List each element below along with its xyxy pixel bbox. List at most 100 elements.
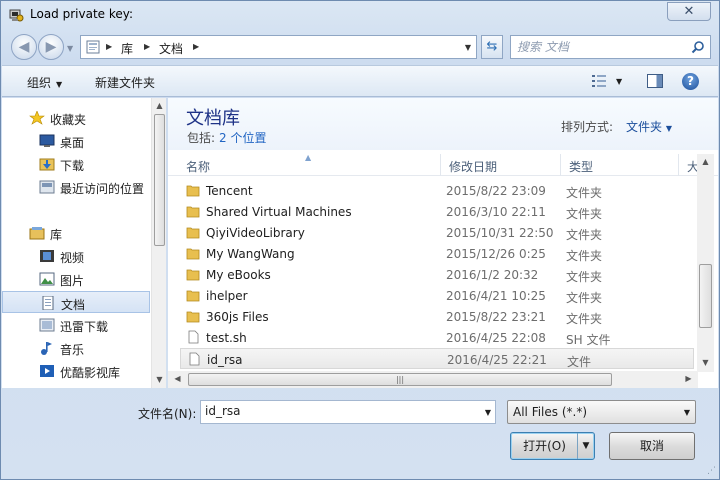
file-row[interactable]: Shared Virtual Machines 2016/3/10 22:11 文件… bbox=[180, 201, 694, 222]
scroll-up-icon[interactable]: ▲ bbox=[698, 157, 713, 166]
scroll-down-icon[interactable]: ▼ bbox=[152, 375, 167, 384]
file-date-modified: 2015/8/22 23:21 bbox=[446, 310, 546, 324]
file-list-horizontal-scrollbar[interactable]: ◀ ||| ▶ bbox=[168, 371, 698, 388]
close-icon: ✕ bbox=[683, 4, 695, 19]
column-header-name[interactable]: 名称 bbox=[178, 154, 441, 176]
scroll-down-icon[interactable]: ▼ bbox=[698, 358, 713, 367]
putty-key-icon bbox=[9, 9, 24, 22]
refresh-button[interactable]: ⇆ bbox=[481, 35, 503, 59]
folder-icon bbox=[186, 290, 200, 302]
documents-library-icon bbox=[42, 296, 54, 310]
organize-label: 组织 bbox=[27, 76, 52, 90]
filename-label: 文件名(N): bbox=[138, 407, 197, 421]
scroll-left-icon[interactable]: ◀ bbox=[170, 374, 185, 383]
column-header-type[interactable]: 类型 bbox=[561, 154, 679, 176]
includes-label: 包括: bbox=[187, 131, 216, 145]
breadcrumb-chevron-icon[interactable]: ▶ bbox=[144, 42, 150, 51]
search-icon[interactable] bbox=[691, 40, 705, 54]
file-row[interactable]: id_rsa 2016/4/25 22:21 文件 bbox=[180, 348, 694, 369]
breadcrumb-chevron-icon[interactable]: ▶ bbox=[193, 42, 199, 51]
scrollbar-thumb[interactable] bbox=[699, 264, 712, 328]
forward-button[interactable]: ▶ bbox=[38, 34, 64, 60]
filename-combobox[interactable]: ▼ bbox=[200, 400, 496, 424]
breadcrumb-chevron-icon[interactable]: ▶ bbox=[106, 42, 112, 51]
address-history-chevron-down-icon[interactable]: ▼ bbox=[465, 43, 471, 52]
sidebar-item-documents[interactable]: 文档 bbox=[2, 291, 150, 313]
preview-pane-icon[interactable] bbox=[647, 74, 663, 88]
sidebar-item-pictures[interactable]: 图片 bbox=[2, 268, 150, 290]
cancel-button[interactable]: 取消 bbox=[609, 432, 695, 460]
navigation-pane: 收藏夹 桌面 下载 最近访问的位置 库 视频 图片 文档 迅雷下载 音乐 优酷影… bbox=[2, 98, 166, 388]
location-icon bbox=[86, 40, 100, 54]
scroll-up-icon[interactable]: ▲ bbox=[152, 101, 167, 110]
library-locations-link[interactable]: 2 个位置 bbox=[219, 131, 266, 145]
recent-places-icon bbox=[39, 180, 55, 194]
search-input[interactable] bbox=[517, 39, 687, 55]
filename-history-chevron-down-icon[interactable]: ▼ bbox=[485, 408, 491, 417]
youku-library-icon bbox=[40, 365, 54, 377]
file-row[interactable]: test.sh 2016/4/25 22:08 SH 文件 bbox=[180, 327, 694, 348]
resize-grip-icon[interactable]: ⋰ bbox=[707, 466, 716, 476]
scrollbar-thumb[interactable]: ||| bbox=[188, 373, 612, 386]
column-header-row: ▲ 名称 修改日期 类型 大 bbox=[168, 153, 718, 176]
folder-icon bbox=[186, 311, 200, 323]
open-options-chevron-down-icon[interactable]: ▼ bbox=[577, 433, 594, 459]
arrange-by-label: 排列方式: bbox=[561, 120, 614, 134]
scrollbar-thumb[interactable] bbox=[154, 114, 165, 246]
sidebar-item-downloads[interactable]: 下载 bbox=[2, 153, 150, 175]
sidebar-item-recent-places[interactable]: 最近访问的位置 bbox=[2, 176, 150, 198]
file-date-modified: 2016/4/25 22:21 bbox=[447, 353, 547, 367]
filename-input[interactable] bbox=[205, 404, 465, 418]
help-icon[interactable]: ? bbox=[682, 73, 699, 90]
file-icon bbox=[188, 330, 199, 344]
navigation-bar: ◀ ▶ ▼ ▶ 库 ▶ 文档 ▶ ▼ ⇆ bbox=[1, 31, 719, 63]
file-type: 文件夹 bbox=[566, 312, 603, 326]
change-view-icon[interactable] bbox=[591, 74, 607, 88]
file-date-modified: 2015/8/22 23:09 bbox=[446, 184, 546, 198]
sidebar-item-youku-library[interactable]: 优酷影视库 bbox=[2, 360, 150, 382]
column-header-date-modified[interactable]: 修改日期 bbox=[441, 154, 561, 176]
close-button[interactable]: ✕ bbox=[667, 2, 711, 21]
view-options-chevron-down-icon[interactable]: ▼ bbox=[616, 77, 622, 86]
search-box[interactable] bbox=[510, 35, 711, 59]
file-row[interactable]: Tencent 2015/8/22 23:09 文件夹 bbox=[180, 180, 694, 201]
file-name: ihelper bbox=[206, 289, 248, 303]
navigation-scrollbar[interactable]: ▲ ▼ bbox=[151, 98, 166, 388]
back-button[interactable]: ◀ bbox=[11, 34, 37, 60]
file-name: QiyiVideoLibrary bbox=[206, 226, 305, 240]
folder-icon bbox=[186, 269, 200, 281]
desktop-icon bbox=[39, 134, 55, 147]
file-type: 文件夹 bbox=[566, 249, 603, 263]
file-row[interactable]: My eBooks 2016/1/2 20:32 文件夹 bbox=[180, 264, 694, 285]
folder-icon bbox=[186, 206, 200, 218]
breadcrumb-library[interactable]: 库 bbox=[121, 40, 133, 57]
chevron-down-icon: ▼ bbox=[665, 124, 672, 133]
file-name: My WangWang bbox=[206, 247, 295, 261]
address-bar[interactable]: ▶ 库 ▶ 文档 ▶ ▼ bbox=[80, 35, 477, 59]
sidebar-item-favorites[interactable]: 收藏夹 bbox=[2, 107, 150, 129]
breadcrumb-documents[interactable]: 文档 bbox=[159, 40, 183, 57]
file-type-filter-select[interactable]: All Files (*.*) ▼ bbox=[507, 400, 696, 424]
file-date-modified: 2016/4/21 10:25 bbox=[446, 289, 546, 303]
sidebar-item-thunder-downloads[interactable]: 迅雷下载 bbox=[2, 314, 150, 336]
file-type: SH 文件 bbox=[566, 333, 611, 347]
file-list-vertical-scrollbar[interactable]: ▲ ▼ bbox=[697, 154, 714, 372]
file-row[interactable]: 360js Files 2015/8/22 23:21 文件夹 bbox=[180, 306, 694, 327]
window-title: Load private key: bbox=[30, 7, 134, 21]
arrange-by-value: 文件夹 bbox=[626, 120, 663, 134]
file-type: 文件夹 bbox=[566, 186, 603, 200]
column-header-size[interactable]: 大 bbox=[679, 154, 698, 176]
organize-menu-button[interactable]: 组织 ▼ bbox=[27, 74, 62, 91]
sidebar-item-music[interactable]: 音乐 bbox=[2, 337, 150, 359]
sidebar-item-desktop[interactable]: 桌面 bbox=[2, 130, 150, 152]
recent-pages-chevron-down-icon[interactable]: ▼ bbox=[67, 44, 73, 53]
file-row[interactable]: ihelper 2016/4/21 10:25 文件夹 bbox=[180, 285, 694, 306]
scroll-right-icon[interactable]: ▶ bbox=[681, 374, 696, 383]
file-row[interactable]: QiyiVideoLibrary 2015/10/31 22:50 文件夹 bbox=[180, 222, 694, 243]
arrange-by-dropdown[interactable]: 文件夹 ▼ bbox=[626, 118, 672, 135]
file-type: 文件夹 bbox=[566, 270, 603, 284]
sidebar-item-libraries[interactable]: 库 bbox=[2, 222, 150, 244]
new-folder-button[interactable]: 新建文件夹 bbox=[95, 74, 155, 91]
sidebar-item-videos[interactable]: 视频 bbox=[2, 245, 150, 267]
file-row[interactable]: My WangWang 2015/12/26 0:25 文件夹 bbox=[180, 243, 694, 264]
